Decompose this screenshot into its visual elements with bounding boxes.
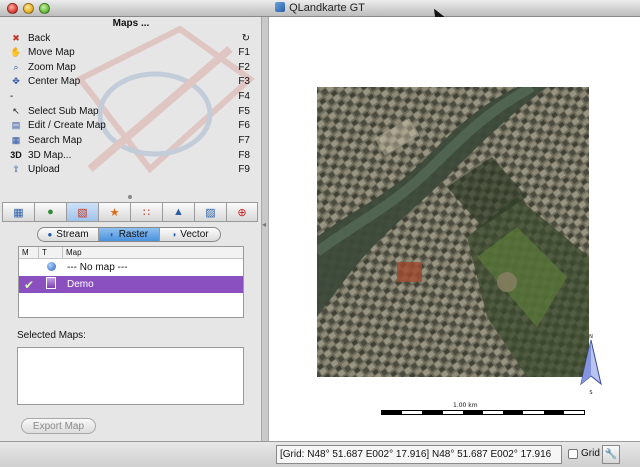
- window-title: QLandkarte GT: [289, 2, 365, 14]
- app-globe-icon: [275, 2, 286, 12]
- compass-north-label: N: [589, 334, 593, 340]
- edit-map-icon: ▤: [11, 119, 21, 130]
- waypoint-star-icon[interactable]: ★: [98, 202, 130, 222]
- tool-tabs: ▦ ● ▧ ★ ∷ ▲ ▨ ⊕: [2, 202, 258, 222]
- map-checkbox[interactable]: ✔: [19, 278, 39, 292]
- selected-maps-list[interactable]: [17, 347, 244, 405]
- vector-icon: ◑: [171, 230, 177, 239]
- map-list: M T Map --- No map --- ✔ Demo: [18, 246, 244, 318]
- upload-icon: ⇧: [12, 163, 20, 174]
- map-name: Demo: [67, 279, 94, 290]
- 3d-icon: 3D: [10, 150, 22, 160]
- map-active-icon[interactable]: ▧: [66, 202, 98, 222]
- route-icon[interactable]: ▲: [162, 202, 194, 222]
- column-header-m[interactable]: M: [19, 247, 39, 258]
- scale-track: [381, 410, 585, 415]
- tab-raster[interactable]: ◐ Raster: [99, 228, 160, 241]
- list-item[interactable]: ✔ Demo: [19, 276, 243, 293]
- splitter-handle[interactable]: [128, 195, 132, 199]
- coordinates-readout: [Grid: N48° 51.687 E002° 17.916] N48° 51…: [276, 445, 562, 464]
- pointer-icon: ↖: [12, 105, 20, 116]
- menu-item-separator: - F4: [10, 90, 250, 102]
- menu-item-upload[interactable]: ⇧ Upload F9: [10, 162, 250, 176]
- grid-label: Grid: [581, 448, 600, 459]
- center-icon: ✥: [12, 75, 20, 86]
- menu-item-back[interactable]: ✖ Back ↻: [10, 31, 250, 45]
- search-map-icon: ▦: [11, 134, 21, 145]
- menu-item-center-map[interactable]: ✥ Center Map F3: [10, 74, 250, 88]
- aerial-map-image: [317, 87, 589, 377]
- stream-globe-icon: ●: [47, 230, 53, 239]
- title-bar: QLandkarte GT: [0, 0, 640, 17]
- selected-maps-label: Selected Maps:: [17, 330, 86, 341]
- column-header-map[interactable]: Map: [63, 247, 243, 258]
- window-title-wrap: QLandkarte GT: [0, 2, 640, 14]
- back-arrow-icon: ✖: [12, 32, 20, 43]
- globe-icon[interactable]: ●: [34, 202, 66, 222]
- menu-item-zoom-map[interactable]: ⌕ Zoom Map F2: [10, 60, 250, 74]
- column-header-t[interactable]: T: [39, 247, 63, 258]
- compass-icon: N S: [580, 334, 602, 396]
- zoom-icon: ⌕: [13, 61, 19, 72]
- compass-south-label: S: [589, 390, 592, 396]
- map-list-header: M T Map: [19, 247, 243, 259]
- menu-item-move-map[interactable]: ✋ Move Map F1: [10, 45, 250, 59]
- menu-item-search-map[interactable]: ▦ Search Map F7: [10, 133, 250, 147]
- status-bar: [Grid: N48° 51.687 E002° 17.916] N48° 51…: [0, 441, 640, 467]
- map-canvas[interactable]: N S 1.00 km: [268, 17, 640, 441]
- map-name: --- No map ---: [67, 262, 128, 273]
- left-panel: Maps ... ✖ Back ↻ ✋ Move Map F1 ⌕ Zoom M…: [0, 17, 262, 441]
- menu-item-edit-create-map[interactable]: ▤ Edit / Create Map F6: [10, 118, 250, 132]
- menu-item-select-sub-map[interactable]: ↖ Select Sub Map F5: [10, 104, 250, 118]
- aerial-photo-icon: [317, 87, 589, 377]
- menu-item-3d-map[interactable]: 3D 3D Map... F8: [10, 148, 250, 162]
- tab-vector[interactable]: ◑ Vector: [160, 228, 220, 241]
- export-map-button[interactable]: Export Map: [21, 418, 96, 434]
- list-item[interactable]: --- No map ---: [19, 259, 243, 276]
- overlay-icon[interactable]: ▨: [194, 202, 226, 222]
- grid-checkbox[interactable]: [568, 449, 578, 459]
- raster-icon: ◐: [109, 230, 115, 239]
- map-list-icon[interactable]: ▦: [2, 202, 34, 222]
- menu-title: Maps ...: [112, 18, 150, 29]
- globe-icon: [46, 261, 56, 271]
- settings-wrench-icon[interactable]: 🔧: [602, 445, 620, 464]
- source-tabs: ● Stream ◐ Raster ◑ Vector: [37, 227, 221, 242]
- move-hand-icon: ✋: [10, 46, 22, 57]
- track-icon[interactable]: ∷: [130, 202, 162, 222]
- scale-label: 1.00 km: [453, 402, 478, 409]
- tab-stream[interactable]: ● Stream: [38, 228, 99, 241]
- raster-map-icon: [46, 277, 56, 289]
- lifebuoy-icon[interactable]: ⊕: [226, 202, 258, 222]
